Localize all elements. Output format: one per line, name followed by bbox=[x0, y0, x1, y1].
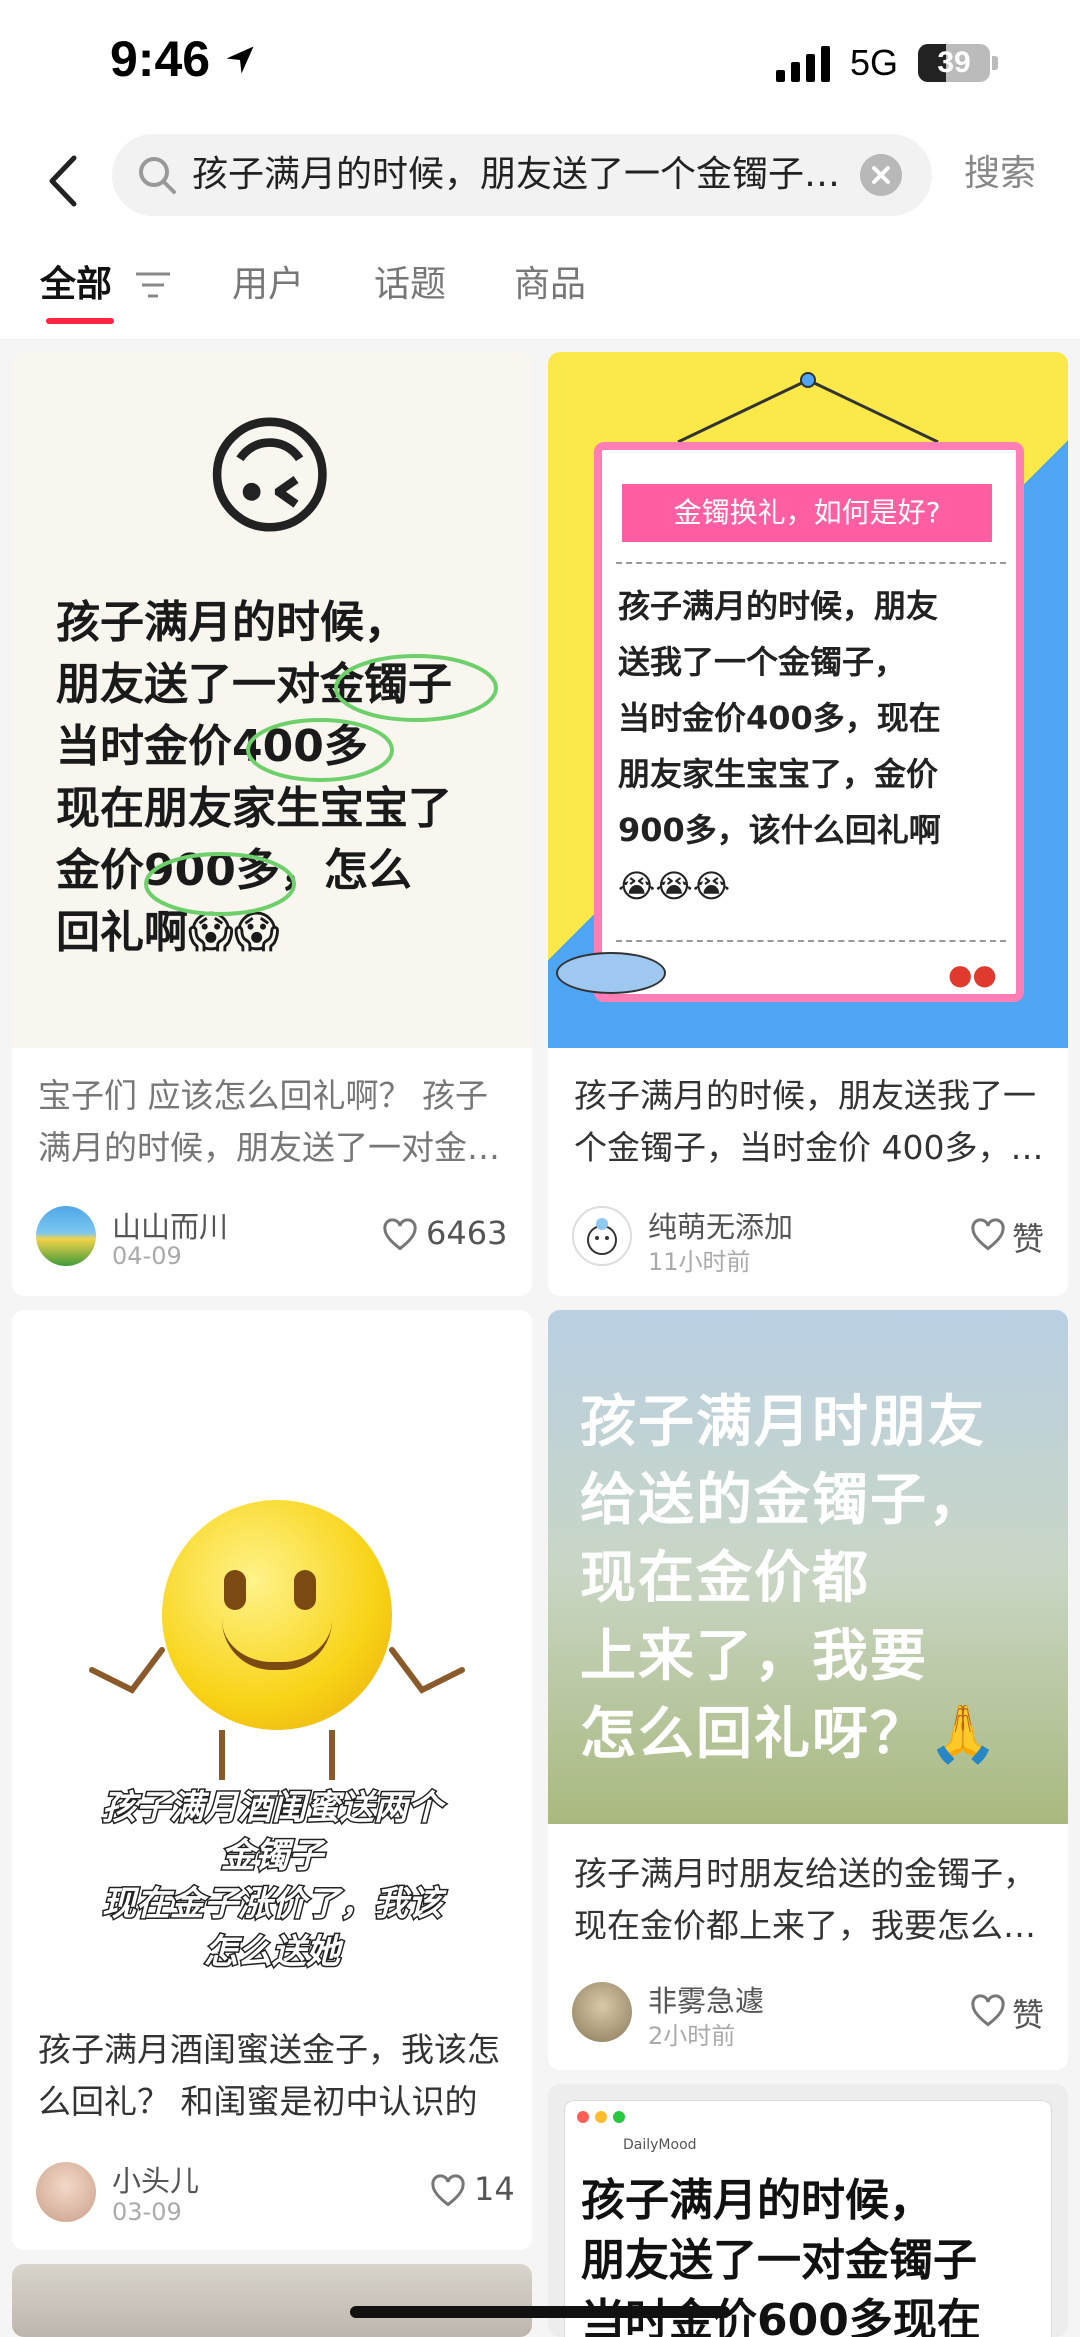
avatar[interactable] bbox=[36, 2162, 96, 2222]
battery-tip bbox=[992, 56, 998, 70]
search-row: 孩子满月的时候，朋友送了一个金镯子，当时金价400多，现在朋友家生宝宝了，金价9… bbox=[0, 126, 1080, 236]
avatar[interactable] bbox=[572, 1982, 632, 2042]
feed-card[interactable] bbox=[12, 2264, 532, 2337]
status-bar: 9:46 5G 39 bbox=[0, 0, 1080, 126]
like-count: 6463 bbox=[426, 1214, 508, 1252]
browser-window-image: DailyMood 孩子满月的时候， 朋友送了一对金镯子 当时金价600多现在 bbox=[564, 2100, 1052, 2337]
battery-icon: 39 bbox=[918, 44, 990, 82]
tab-products[interactable]: 商品 bbox=[514, 260, 586, 310]
author-name[interactable]: 山山而川 bbox=[112, 1204, 228, 1246]
post-date: 03-09 bbox=[112, 2198, 182, 2226]
divider bbox=[616, 940, 1006, 942]
author-name[interactable]: 纯萌无添加 bbox=[648, 1204, 793, 1246]
card-cover-image: 金镯换礼，如何是好? 孩子满月的时候，朋友 送我了一个金镯子， 当时金价400多… bbox=[548, 352, 1068, 1048]
cover-text: 孩子满月酒闺蜜送两个 金镯子 现在金子涨价了，我该 怎么送她 bbox=[62, 1784, 482, 1976]
tab-users[interactable]: 用户 bbox=[232, 260, 304, 310]
card-title[interactable]: 孩子满月酒闺蜜送金子，我该怎么回礼？ 和闺蜜是初中认识的 bbox=[38, 2024, 508, 2128]
clear-icon[interactable] bbox=[860, 154, 902, 196]
divider bbox=[616, 562, 1006, 564]
battery-level: 39 bbox=[937, 46, 971, 79]
cover-line: 孩子满月时朋友 bbox=[580, 1390, 986, 1455]
back-arrow-icon[interactable] bbox=[40, 148, 90, 214]
active-tab-indicator bbox=[46, 318, 114, 324]
avatar[interactable] bbox=[572, 1206, 632, 1266]
search-icon bbox=[139, 157, 176, 194]
tab-all[interactable]: 全部 bbox=[40, 260, 112, 310]
cover-text: 孩子满月时朋友 给送的金镯子， 现在金价都 上来了，我要 怎么回礼呀？🙏 bbox=[580, 1384, 1000, 1774]
bear-avatar-icon bbox=[587, 1218, 617, 1255]
status-time: 9:46 bbox=[110, 31, 211, 87]
feed-card[interactable]: 金镯换礼，如何是好? 孩子满月的时候，朋友 送我了一个金镯子， 当时金价400多… bbox=[548, 352, 1068, 1296]
author-name[interactable]: 小头儿 bbox=[112, 2158, 199, 2200]
post-date: 11小时前 bbox=[648, 1248, 751, 1276]
feed-card[interactable]: 🙃 孩子满月的时候， 朋友送了一对金镯子 当时金价400多 现在朋友家生宝宝了 … bbox=[12, 352, 532, 1296]
note-text: 孩子满月的时候，朋友 送我了一个金镯子， 当时金价400多，现在 朋友家生宝宝了… bbox=[618, 578, 941, 914]
tab-topics[interactable]: 话题 bbox=[374, 260, 446, 310]
like-count: 赞 bbox=[1012, 1996, 1045, 2034]
card-cover-image: 孩子满月时朋友 给送的金镯子， 现在金价都 上来了，我要 怎么回礼呀？🙏 bbox=[548, 1310, 1068, 1824]
feed-card[interactable]: 孩子满月时朋友 给送的金镯子， 现在金价都 上来了，我要 怎么回礼呀？🙏 孩子满… bbox=[548, 1310, 1068, 2070]
note-line: 😭😭😭 bbox=[618, 867, 731, 905]
author-name[interactable]: 非雾急遽 bbox=[648, 1978, 764, 2020]
note-line: 孩子满月的时候，朋友 bbox=[618, 587, 939, 625]
highlight-circles bbox=[144, 654, 498, 916]
home-indicator bbox=[350, 2306, 730, 2318]
network-type: 5G bbox=[850, 42, 899, 83]
like-count: 赞 bbox=[1012, 1220, 1045, 1258]
tab-bar: 全部 用户 话题 商品 bbox=[0, 236, 1080, 340]
cover-line: 给送的金镯子， bbox=[580, 1468, 986, 1533]
location-arrow-icon bbox=[226, 46, 254, 74]
cover-line: 现在金子涨价了，我该 bbox=[101, 1883, 444, 1926]
note-line: 900多，该什么回礼啊 bbox=[618, 811, 941, 849]
card-title[interactable]: 孩子满月时朋友给送的金镯子，现在金价都上来了，我要怎么回礼呀 bbox=[574, 1848, 1044, 1952]
post-date: 2小时前 bbox=[648, 2022, 736, 2050]
feed-card[interactable]: DailyMood 孩子满月的时候， 朋友送了一对金镯子 当时金价600多现在 bbox=[548, 2084, 1068, 2337]
cover-line: 上来了，我要 bbox=[580, 1624, 928, 1689]
signal-icon bbox=[776, 46, 830, 82]
card-title[interactable]: 孩子满月的时候，朋友送我了一个金镯子，当时金价 400多，现在朋友家生宝宝了 bbox=[574, 1070, 1044, 1174]
note-frame: 金镯换礼，如何是好? 孩子满月的时候，朋友 送我了一个金镯子， 当时金价400多… bbox=[594, 442, 1024, 1002]
avatar[interactable] bbox=[36, 1206, 96, 1266]
note-line: 送我了一个金镯子， bbox=[618, 643, 907, 681]
search-box[interactable]: 孩子满月的时候，朋友送了一个金镯子，当时金价400多，现在朋友家生宝宝了，金价9… bbox=[112, 134, 932, 216]
cover-line: 怎么回礼呀？🙏 bbox=[580, 1702, 1000, 1767]
heart-icon[interactable] bbox=[382, 1218, 418, 1252]
cover-line: 金镯子 bbox=[220, 1835, 325, 1878]
browser-brand: DailyMood bbox=[623, 2137, 697, 2153]
filter-icon[interactable] bbox=[134, 268, 172, 302]
mushroom-sticker: ●● bbox=[948, 958, 997, 991]
card-cover-image: 孩子满月酒闺蜜送两个 金镯子 现在金子涨价了，我该 怎么送她 bbox=[12, 1310, 532, 2010]
card-title[interactable]: 宝子们 应该怎么回礼啊？ 孩子满月的时候，朋友送了一对金镯子 bbox=[38, 1070, 508, 1174]
cover-line: 怎么送她 bbox=[203, 1931, 342, 1974]
post-date: 04-09 bbox=[112, 1242, 182, 1270]
cover-line: 孩子满月酒闺蜜送两个 bbox=[101, 1787, 444, 1830]
heart-icon[interactable] bbox=[430, 2174, 466, 2208]
card-cover-image: 🙃 孩子满月的时候， 朋友送了一对金镯子 当时金价400多 现在朋友家生宝宝了 … bbox=[12, 352, 532, 1048]
feed-card[interactable]: 孩子满月酒闺蜜送两个 金镯子 现在金子涨价了，我该 怎么送她 孩子满月酒闺蜜送金… bbox=[12, 1310, 532, 2250]
note-header: 金镯换礼，如何是好? bbox=[622, 484, 992, 542]
note-line: 朋友家生宝宝了，金价 bbox=[618, 755, 939, 793]
heart-icon[interactable] bbox=[970, 1994, 1006, 2028]
heart-icon[interactable] bbox=[970, 1218, 1006, 1252]
cover-line: 现在金价都 bbox=[580, 1546, 870, 1611]
cover-line: 朋友送了一对金镯子 bbox=[581, 2235, 977, 2286]
search-input[interactable]: 孩子满月的时候，朋友送了一个金镯子，当时金价400多，现在朋友家生宝宝了，金价9… bbox=[192, 134, 852, 216]
puddle-sticker bbox=[556, 952, 666, 994]
cover-line: 孩子满月的时候， bbox=[581, 2175, 933, 2226]
like-count: 14 bbox=[474, 2170, 515, 2208]
search-button[interactable]: 搜索 bbox=[964, 144, 1036, 204]
note-line: 当时金价400多，现在 bbox=[618, 699, 941, 737]
